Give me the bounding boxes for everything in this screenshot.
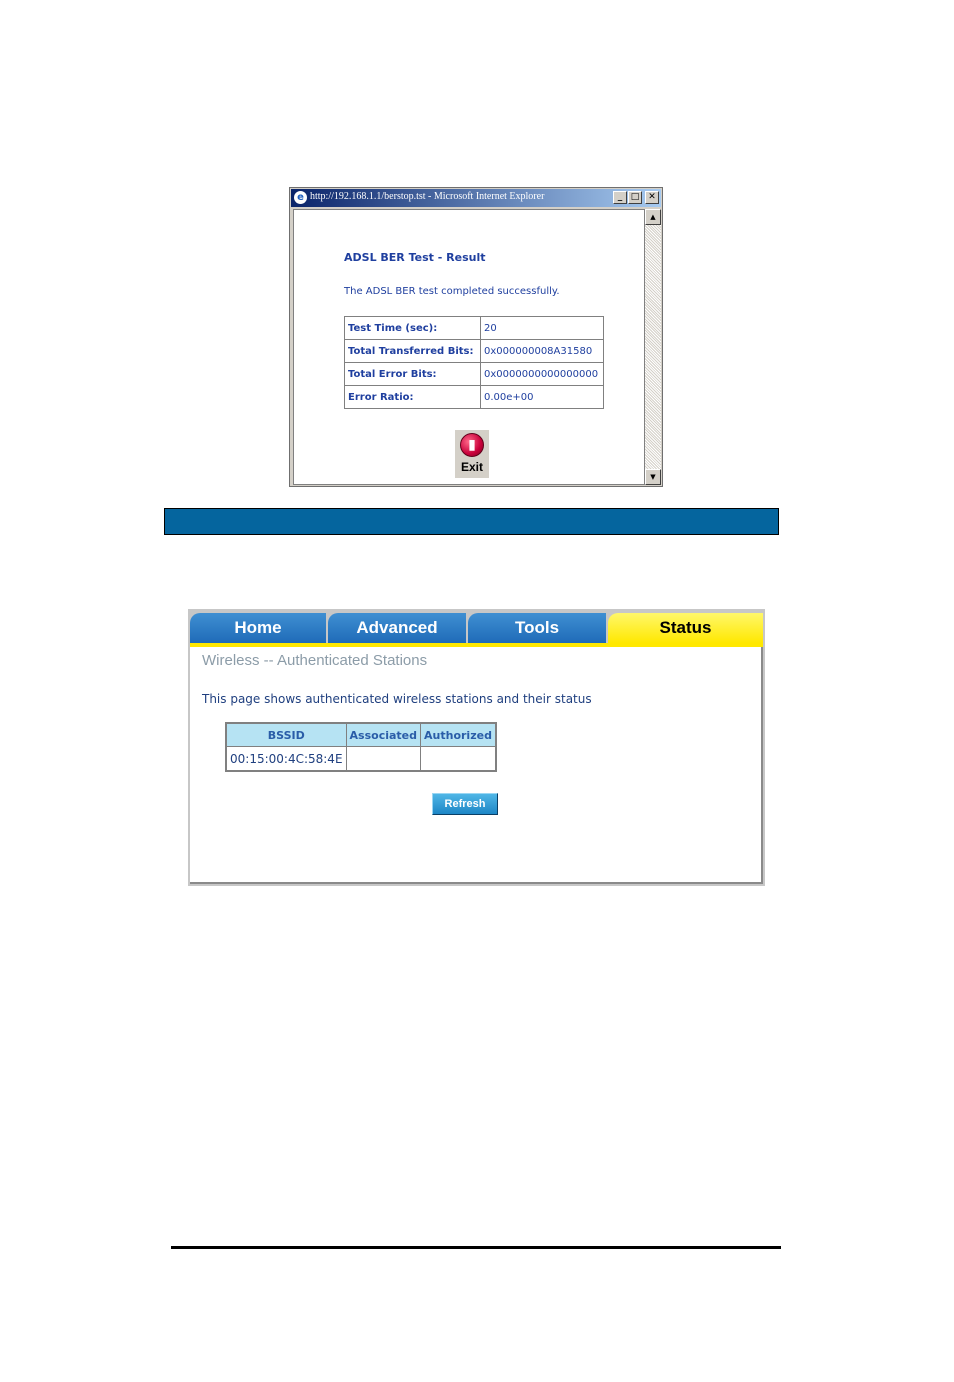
ie-popup-window: e http://192.168.1.1/berstop.tst - Micro… <box>289 187 663 487</box>
ie-window-title: http://192.168.1.1/berstop.tst - Microso… <box>310 191 545 202</box>
station-bssid: 00:15:00:4C:58:4E <box>225 746 347 772</box>
column-header-associated: Associated <box>345 722 422 747</box>
table-row: Error Ratio: 0.00e+00 <box>344 385 604 409</box>
ber-row-value: 0x0000000000000000 <box>480 362 604 386</box>
page-description: This page shows authenticated wireless s… <box>202 692 592 706</box>
router-content-area: Wireless -- Authenticated Stations This … <box>190 647 763 884</box>
ber-result-title: ADSL BER Test - Result <box>344 251 486 264</box>
column-header-authorized: Authorized <box>420 722 497 747</box>
maximize-button[interactable]: □ <box>628 191 642 204</box>
table-header-row: BSSID Associated Authorized <box>225 722 497 747</box>
scroll-down-icon[interactable]: ▼ <box>645 469 661 485</box>
table-row: Test Time (sec): 20 <box>344 316 604 340</box>
table-row: Total Error Bits: 0x0000000000000000 <box>344 362 604 386</box>
station-associated <box>345 746 422 772</box>
ie-page-icon: e <box>294 191 307 204</box>
close-button[interactable]: ✕ <box>645 191 659 204</box>
ber-row-label: Total Transferred Bits: <box>344 339 481 363</box>
ie-titlebar: e http://192.168.1.1/berstop.tst - Micro… <box>291 189 661 207</box>
ber-result-message: The ADSL BER test completed successfully… <box>344 286 560 297</box>
ber-row-value: 20 <box>480 316 604 340</box>
tab-status[interactable]: Status <box>608 613 763 643</box>
page-title: Wireless -- Authenticated Stations <box>202 652 428 669</box>
ber-row-label: Total Error Bits: <box>344 362 481 386</box>
station-authorized <box>420 746 497 772</box>
vertical-scrollbar[interactable]: ▲ ▼ <box>645 209 661 485</box>
scroll-up-icon[interactable]: ▲ <box>645 209 661 225</box>
exit-button[interactable]: ▮ Exit <box>455 430 489 478</box>
ber-row-value: 0x000000008A31580 <box>480 339 604 363</box>
minimize-button[interactable]: _ <box>613 191 627 204</box>
exit-label: Exit <box>460 460 483 474</box>
main-nav: Home Advanced Tools Status <box>190 613 763 647</box>
tab-tools[interactable]: Tools <box>468 613 606 643</box>
ber-result-table: Test Time (sec): 20 Total Transferred Bi… <box>344 316 604 409</box>
ie-content-area: ADSL BER Test - Result The ADSL BER test… <box>293 209 645 485</box>
table-row: 00:15:00:4C:58:4E <box>225 746 497 772</box>
footer-divider <box>171 1246 781 1249</box>
table-row: Total Transferred Bits: 0x000000008A3158… <box>344 339 604 363</box>
column-header-bssid: BSSID <box>225 722 347 747</box>
stations-table: BSSID Associated Authorized 00:15:00:4C:… <box>225 722 497 772</box>
router-status-panel: Home Advanced Tools Status Wireless -- A… <box>188 609 765 886</box>
tab-advanced[interactable]: Advanced <box>328 613 466 643</box>
ber-row-label: Error Ratio: <box>344 385 481 409</box>
section-heading-bar <box>164 508 779 535</box>
tab-home[interactable]: Home <box>190 613 326 643</box>
ber-row-value: 0.00e+00 <box>480 385 604 409</box>
exit-door-icon: ▮ <box>460 433 484 457</box>
refresh-button[interactable]: Refresh <box>432 793 498 815</box>
ber-row-label: Test Time (sec): <box>344 316 481 340</box>
